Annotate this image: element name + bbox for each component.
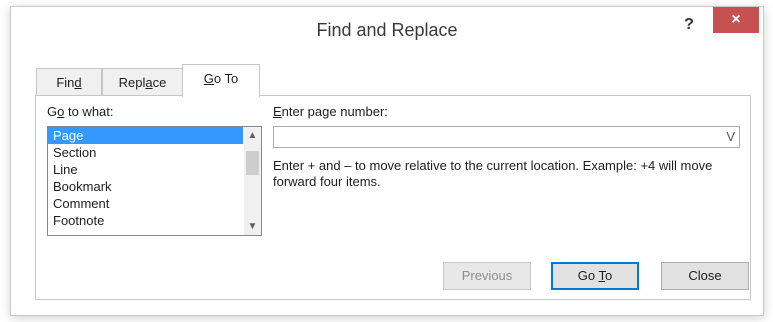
list-item-bookmark[interactable]: Bookmark (48, 178, 243, 195)
list-item-comment[interactable]: Comment (48, 195, 243, 212)
page-number-field[interactable]: V (273, 126, 740, 148)
list-item-section[interactable]: Section (48, 144, 243, 161)
listbox-items: Page Section Line Bookmark Comment Footn… (48, 127, 243, 229)
close-window-button[interactable]: × (713, 7, 759, 33)
go-to-button-label: Go To (577, 268, 613, 283)
tab-find[interactable]: Find (36, 68, 102, 96)
dialog-title: Find and Replace (316, 20, 458, 40)
tab-go-to-label: Go To (203, 71, 239, 86)
list-item-line[interactable]: Line (48, 161, 243, 178)
close-icon: × (731, 11, 741, 28)
tab-go-to[interactable]: Go To (182, 64, 260, 97)
page-number-input[interactable] (276, 128, 720, 148)
scroll-down-icon[interactable]: ▼ (244, 218, 261, 235)
tab-find-label: Find (56, 75, 82, 90)
list-item-page[interactable]: Page (48, 127, 243, 144)
go-to-button[interactable]: Go To (551, 262, 639, 290)
tab-replace-label: Replace (118, 75, 167, 90)
scroll-thumb[interactable] (246, 151, 259, 175)
close-button[interactable]: Close (661, 262, 749, 290)
go-to-panel: Go to what: Page Section Line Bookmark C… (35, 95, 751, 300)
scroll-up-icon[interactable]: ▲ (244, 127, 261, 144)
help-button[interactable]: ? (679, 13, 699, 37)
title-bar[interactable]: Find and Replace ? × (11, 7, 763, 55)
dropdown-arrow-icon[interactable]: V (726, 129, 735, 144)
find-replace-dialog: Find and Replace ? × Find Replace Go To … (10, 6, 764, 316)
go-to-what-listbox[interactable]: Page Section Line Bookmark Comment Footn… (47, 126, 262, 236)
go-to-what-label: Go to what: (47, 104, 114, 119)
listbox-scrollbar[interactable]: ▲ ▼ (244, 127, 261, 235)
list-item-footnote[interactable]: Footnote (48, 212, 243, 229)
enter-page-number-label: Enter page number: (273, 104, 388, 119)
previous-button[interactable]: Previous (443, 262, 531, 290)
tab-replace[interactable]: Replace (102, 68, 183, 96)
dialog-client-area: Find Replace Go To Go to what: Page Sect… (18, 55, 756, 308)
hint-text: Enter + and – to move relative to the cu… (273, 158, 713, 189)
